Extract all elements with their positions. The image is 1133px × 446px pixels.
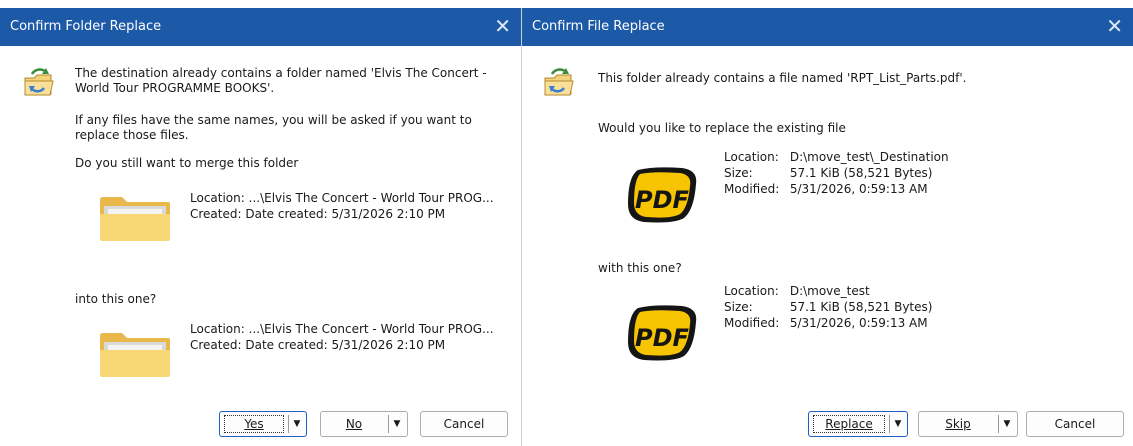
- with-label: with this one?: [598, 261, 682, 275]
- yes-button[interactable]: Yes ▼: [219, 411, 307, 437]
- source-folder-icon: [98, 194, 172, 242]
- created-value: Date created: 5/31/2026 2:10 PM: [245, 207, 446, 221]
- location-value: ...\Elvis The Concert - World Tour PROG.…: [248, 322, 494, 336]
- replace-label-text: Replace: [825, 417, 873, 431]
- size-value: 57.1 KiB (58,521 Bytes): [789, 166, 933, 180]
- incoming-pdf-file-icon: PDF: [624, 304, 700, 362]
- modified-value: 5/31/2026, 0:59:13 AM: [789, 182, 928, 196]
- info-line-2: replace those files.: [75, 128, 189, 142]
- size-label: Size:: [724, 300, 753, 314]
- no-label-text: No: [345, 417, 363, 431]
- into-label: into this one?: [75, 292, 157, 306]
- location-label: Location:: [190, 322, 245, 336]
- replace-button-label: Replace: [813, 415, 885, 433]
- file-exists-message: This folder already contains a file name…: [598, 71, 967, 85]
- location-label: Location:: [724, 284, 779, 298]
- created-value: Date created: 5/31/2026 2:10 PM: [245, 338, 446, 352]
- chevron-down-icon[interactable]: ▼: [389, 412, 405, 436]
- no-button-label: No: [321, 412, 387, 436]
- close-icon[interactable]: ✕: [494, 14, 511, 38]
- replace-question: Would you like to replace the existing f…: [598, 121, 846, 135]
- source-folder-details: Location: ...\Elvis The Concert - World …: [190, 191, 494, 223]
- destination-folder-details: Location: ...\Elvis The Concert - World …: [190, 322, 494, 354]
- message-line-1: The destination already contains a folde…: [75, 66, 487, 80]
- message-line-2: World Tour PROGRAMME BOOKS'.: [75, 81, 275, 95]
- modified-label: Modified:: [724, 316, 780, 330]
- title-bar: Confirm Folder Replace ✕: [0, 8, 521, 46]
- pdf-icon-text: PDF: [635, 324, 690, 352]
- skip-button-label: Skip: [919, 412, 997, 436]
- close-icon[interactable]: ✕: [1106, 14, 1123, 38]
- yes-label-text: Yes: [244, 417, 264, 431]
- replace-button[interactable]: Replace ▼: [808, 411, 908, 437]
- no-button[interactable]: No ▼: [320, 411, 408, 437]
- confirm-folder-replace-dialog: Confirm Folder Replace ✕ The destination…: [0, 8, 522, 446]
- confirm-file-replace-dialog: Confirm File Replace ✕ This folder alrea…: [522, 8, 1133, 446]
- folder-sync-icon: [22, 66, 56, 100]
- pdf-icon-text: PDF: [635, 186, 690, 214]
- chevron-down-icon[interactable]: ▼: [890, 412, 906, 436]
- size-label: Size:: [724, 166, 753, 180]
- location-label: Location:: [190, 191, 245, 205]
- modified-value: 5/31/2026, 0:59:13 AM: [789, 316, 928, 330]
- skip-button[interactable]: Skip ▼: [918, 411, 1018, 437]
- info-line-1: If any files have the same names, you wi…: [75, 113, 472, 127]
- chevron-down-icon[interactable]: ▼: [289, 412, 305, 436]
- location-value: D:\move_test\_Destination: [789, 150, 949, 164]
- cancel-button[interactable]: Cancel: [420, 411, 508, 437]
- incoming-file-details: Location: D:\move_test Size: 57.1 KiB (5…: [724, 284, 932, 332]
- created-label: Created:: [190, 338, 242, 352]
- existing-file-details: Location: D:\move_test\_Destination Size…: [724, 150, 949, 198]
- merge-question: Do you still want to merge this folder: [75, 156, 299, 170]
- modified-label: Modified:: [724, 182, 780, 196]
- folder-sync-icon: [542, 66, 576, 100]
- title-bar: Confirm File Replace ✕: [522, 8, 1133, 46]
- created-label: Created:: [190, 207, 242, 221]
- dialog-title: Confirm Folder Replace: [10, 19, 162, 34]
- existing-pdf-file-icon: PDF: [624, 166, 700, 224]
- size-value: 57.1 KiB (58,521 Bytes): [789, 300, 933, 314]
- destination-folder-icon: [98, 330, 172, 378]
- dialog-title: Confirm File Replace: [532, 19, 665, 34]
- location-value: ...\Elvis The Concert - World Tour PROG.…: [248, 191, 494, 205]
- chevron-down-icon[interactable]: ▼: [999, 412, 1015, 436]
- location-label: Location:: [724, 150, 779, 164]
- skip-label-text: Skip: [945, 417, 971, 431]
- yes-button-label: Yes: [224, 415, 284, 433]
- location-value: D:\move_test: [789, 284, 870, 298]
- cancel-button[interactable]: Cancel: [1026, 411, 1124, 437]
